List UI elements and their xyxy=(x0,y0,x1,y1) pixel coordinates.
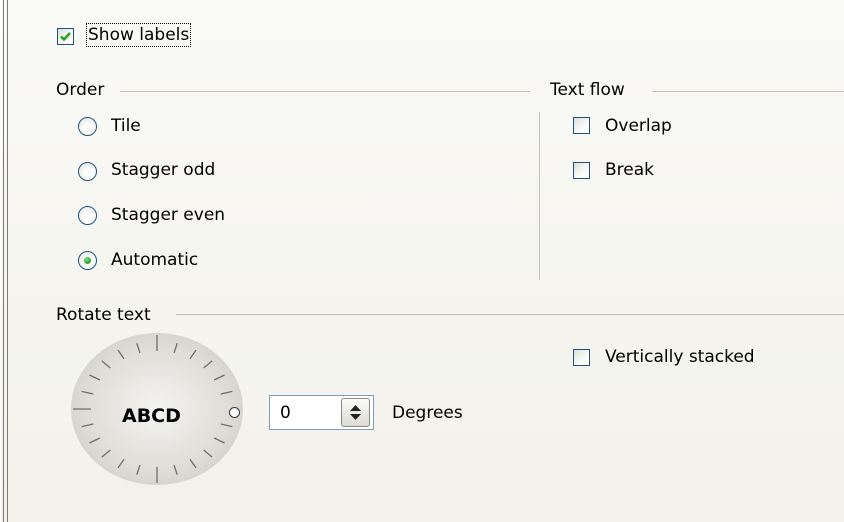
radio-stagger-even-label[interactable]: Stagger even xyxy=(111,205,225,225)
spin-arrows-icon xyxy=(350,405,361,420)
radio-stagger-odd-label[interactable]: Stagger odd xyxy=(111,160,215,180)
text-flow-title: Text flow xyxy=(550,80,625,100)
window-edge xyxy=(7,0,8,522)
show-labels-checkbox[interactable] xyxy=(57,28,74,45)
show-labels-label[interactable]: Show labels xyxy=(85,23,192,47)
radio-automatic-label[interactable]: Automatic xyxy=(111,250,198,270)
degrees-spin-button[interactable] xyxy=(341,398,370,427)
rotate-text-title: Rotate text xyxy=(56,305,151,325)
radio-automatic[interactable] xyxy=(78,251,97,270)
degrees-label: Degrees xyxy=(392,403,463,423)
dial-handle[interactable] xyxy=(229,407,240,418)
window-edge xyxy=(3,0,4,522)
radio-selected-dot xyxy=(84,257,91,264)
break-checkbox[interactable] xyxy=(573,162,590,179)
text-flow-frame-line xyxy=(652,91,844,92)
text-flow-separator xyxy=(539,112,540,280)
vertically-stacked-checkbox[interactable] xyxy=(573,349,590,366)
vertically-stacked-label[interactable]: Vertically stacked xyxy=(605,347,755,367)
rotate-text-frame-line xyxy=(176,314,844,315)
radio-tile-label[interactable]: Tile xyxy=(111,116,141,136)
radio-stagger-even[interactable] xyxy=(78,206,97,225)
radio-tile[interactable] xyxy=(78,117,97,136)
radio-stagger-odd[interactable] xyxy=(78,162,97,181)
dial-text: ABCD xyxy=(122,405,181,427)
order-title: Order xyxy=(56,80,105,100)
dialog-panel: Show labels Order Tile Stagger odd Stagg… xyxy=(0,0,844,522)
overlap-label[interactable]: Overlap xyxy=(605,116,672,136)
overlap-checkbox[interactable] xyxy=(573,117,590,134)
degrees-value: 0 xyxy=(280,403,291,423)
order-frame-line xyxy=(120,91,530,92)
break-label[interactable]: Break xyxy=(605,160,654,180)
window-edge xyxy=(0,0,1,522)
